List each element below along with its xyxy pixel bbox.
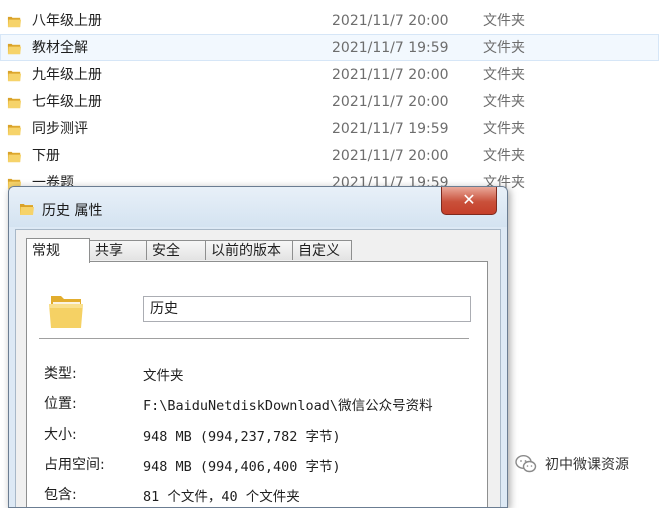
- file-name: 七年级上册: [32, 94, 102, 110]
- separator: [39, 338, 469, 340]
- size-on-disk-label: 占用空间:: [44, 457, 105, 473]
- file-type: 文件夹: [483, 13, 525, 29]
- tab-sharing[interactable]: 共享: [89, 240, 147, 260]
- file-name: 八年级上册: [32, 13, 102, 29]
- file-date: 2021/11/7 20:00: [332, 13, 449, 29]
- folder-icon: [7, 70, 22, 82]
- folder-icon: [7, 151, 22, 163]
- location-label: 位置:: [44, 396, 77, 412]
- size-label: 大小:: [44, 427, 77, 443]
- file-row[interactable]: 七年级上册 2021/11/7 20:00 文件夹: [0, 88, 659, 115]
- type-value: 文件夹: [143, 368, 184, 384]
- file-date: 2021/11/7 20:00: [332, 148, 449, 164]
- file-row[interactable]: 九年级上册 2021/11/7 20:00 文件夹: [0, 61, 659, 88]
- file-name: 教材全解: [32, 40, 88, 56]
- file-date: 2021/11/7 19:59: [332, 121, 449, 137]
- file-type: 文件夹: [483, 121, 525, 137]
- file-name: 九年级上册: [32, 67, 102, 83]
- file-row[interactable]: 下册 2021/11/7 20:00 文件夹: [0, 142, 659, 169]
- dialog-title: 历史 属性: [42, 203, 103, 219]
- file-date: 2021/11/7 20:00: [332, 67, 449, 83]
- folder-name-input[interactable]: 历史: [143, 296, 471, 322]
- folder-icon: [7, 43, 22, 55]
- close-button[interactable]: ✕: [441, 187, 497, 215]
- tab-general[interactable]: 常规: [26, 238, 90, 263]
- file-row[interactable]: 八年级上册 2021/11/7 20:00 文件夹: [0, 7, 659, 34]
- dialog-body: 常规 共享 安全 以前的版本 自定义 历史 类型: 文件夹 位置: F:\Bai…: [15, 229, 501, 507]
- close-icon: ✕: [462, 190, 476, 209]
- file-date: 2021/11/7 19:59: [332, 40, 449, 56]
- file-type: 文件夹: [483, 94, 525, 110]
- location-value: F:\BaiduNetdiskDownload\微信公众号资料: [143, 398, 433, 414]
- folder-icon: [7, 124, 22, 136]
- tab-security[interactable]: 安全: [146, 240, 206, 260]
- file-row[interactable]: 同步测评 2021/11/7 19:59 文件夹: [0, 115, 659, 142]
- tab-customize[interactable]: 自定义: [292, 240, 352, 260]
- file-type: 文件夹: [483, 148, 525, 164]
- file-date: 2021/11/7 20:00: [332, 94, 449, 110]
- folder-icon: [49, 296, 83, 328]
- contains-label: 包含:: [44, 487, 77, 503]
- dialog-titlebar[interactable]: 历史 属性 ✕: [9, 187, 507, 227]
- file-type: 文件夹: [483, 40, 525, 56]
- file-name: 下册: [32, 148, 60, 164]
- file-list: 八年级上册 2021/11/7 20:00 文件夹 教材全解 2021/11/7…: [0, 7, 659, 196]
- file-name: 同步测评: [32, 121, 88, 137]
- watermark-text: 初中微课资源: [545, 457, 629, 473]
- properties-dialog: 历史 属性 ✕ 常规 共享 安全 以前的版本 自定义 历史 类型: 文件夹 位置…: [8, 186, 508, 508]
- size-value: 948 MB (994,237,782 字节): [143, 429, 341, 445]
- size-on-disk-value: 948 MB (994,406,400 字节): [143, 459, 341, 475]
- tab-previous-versions[interactable]: 以前的版本: [205, 240, 293, 260]
- type-label: 类型:: [44, 366, 77, 382]
- folder-icon: [7, 97, 22, 109]
- file-type: 文件夹: [483, 67, 525, 83]
- contains-value: 81 个文件，40 个文件夹: [143, 489, 300, 505]
- tab-panel-general: 历史 类型: 文件夹 位置: F:\BaiduNetdiskDownload\微…: [26, 261, 488, 507]
- folder-icon: [20, 204, 34, 215]
- wechat-icon: [515, 454, 537, 473]
- folder-icon: [7, 16, 22, 28]
- file-row-selected[interactable]: 教材全解 2021/11/7 19:59 文件夹: [0, 34, 659, 61]
